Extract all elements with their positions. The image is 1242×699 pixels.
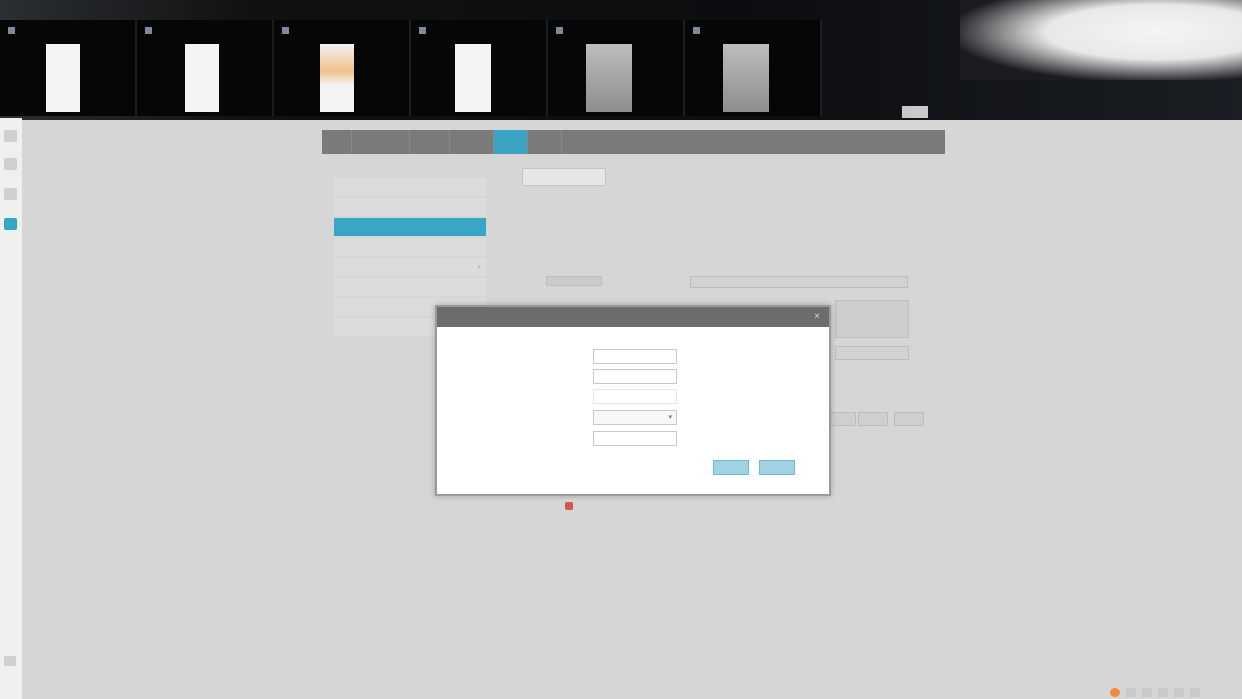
chevron-down-icon: ▾ <box>668 414 672 421</box>
content-button[interactable] <box>894 412 924 426</box>
tray-icon[interactable] <box>1190 687 1200 697</box>
window-thumbnail[interactable] <box>274 20 411 116</box>
tray-icon[interactable] <box>1126 687 1136 697</box>
content-panel <box>835 300 909 338</box>
desktop-wallpaper-corner <box>960 0 1242 80</box>
nav-tab[interactable] <box>528 130 562 154</box>
field-input[interactable] <box>593 389 677 404</box>
nav-tab[interactable] <box>322 130 352 154</box>
field-input[interactable] <box>593 369 677 384</box>
field-input[interactable] <box>593 349 677 364</box>
window-switcher <box>0 20 822 116</box>
side-menu-heading <box>334 160 486 178</box>
system-tray <box>1110 686 1240 698</box>
window-thumbnail[interactable] <box>0 20 137 116</box>
chevron-right-icon: › <box>477 262 480 271</box>
toolbar-icon-active[interactable] <box>4 218 17 230</box>
window-preview <box>46 44 80 112</box>
window-icon <box>693 26 700 34</box>
window-thumbnail[interactable] <box>137 20 274 116</box>
tray-icon[interactable] <box>1142 687 1152 697</box>
tray-app-icon[interactable] <box>1110 687 1120 697</box>
form-row <box>461 389 821 407</box>
tray-icon[interactable] <box>1158 687 1168 697</box>
chevron-right-icon: › <box>477 222 480 231</box>
form-row <box>461 349 821 367</box>
content-select[interactable] <box>835 346 909 360</box>
window-icon <box>8 26 15 34</box>
hint-message <box>565 502 577 510</box>
nav-tab[interactable] <box>410 130 450 154</box>
left-toolbar <box>0 118 22 699</box>
form-row <box>461 431 821 449</box>
window-icon <box>145 26 152 34</box>
form-row <box>461 369 821 387</box>
toolbar-icon[interactable] <box>4 188 17 200</box>
logout-button[interactable] <box>902 106 928 118</box>
side-menu-item[interactable] <box>334 238 486 256</box>
window-preview <box>586 44 632 112</box>
window-thumbnail[interactable] <box>685 20 822 116</box>
window-icon <box>282 26 289 34</box>
window-icon <box>419 26 426 34</box>
ok-button[interactable] <box>713 460 749 475</box>
window-preview <box>185 44 219 112</box>
window-thumbnail[interactable] <box>548 20 685 116</box>
toolbar-icon[interactable] <box>4 130 17 142</box>
field-select[interactable]: ▾ <box>593 410 677 425</box>
window-icon <box>556 26 563 34</box>
content-select[interactable] <box>690 276 908 288</box>
side-menu-item[interactable]: › <box>334 258 486 276</box>
form-row: ▾ <box>461 410 821 428</box>
warning-icon <box>565 502 573 510</box>
window-thumbnail[interactable] <box>411 20 548 116</box>
toolbar-icon[interactable] <box>4 158 17 170</box>
main-nav <box>322 130 945 154</box>
side-menu-item[interactable] <box>334 178 486 196</box>
side-menu-item[interactable] <box>334 278 486 296</box>
side-menu-item[interactable] <box>334 198 486 216</box>
content-tab[interactable] <box>522 168 606 186</box>
toolbar-bottom-icon[interactable] <box>4 656 16 666</box>
nav-tab[interactable] <box>352 130 410 154</box>
tray-icon[interactable] <box>1174 687 1184 697</box>
window-preview <box>455 44 491 112</box>
edit-dialog: × ▾ <box>435 305 831 496</box>
close-icon[interactable]: × <box>811 311 823 323</box>
nav-tab-active[interactable] <box>494 130 528 154</box>
cancel-button[interactable] <box>759 460 795 475</box>
side-menu-item-active[interactable]: › <box>334 218 486 236</box>
window-preview <box>320 44 354 112</box>
content-field <box>546 276 602 286</box>
field-input[interactable] <box>593 431 677 446</box>
content-button[interactable] <box>858 412 888 426</box>
window-preview <box>723 44 769 112</box>
nav-tab[interactable] <box>450 130 494 154</box>
dialog-header: × <box>437 307 829 327</box>
